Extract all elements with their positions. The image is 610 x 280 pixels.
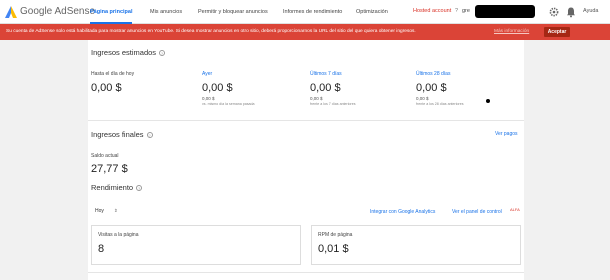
yesterday-label[interactable]: Ayer: [202, 71, 212, 77]
page-views-label: Visitas a la página: [98, 232, 139, 238]
hosted-account-label[interactable]: Hosted account: [413, 8, 451, 14]
last-7-days-comparison-value: 0,00 $: [310, 96, 323, 101]
period-select-value: Hoy: [95, 208, 104, 214]
help-icon[interactable]: ?: [136, 185, 143, 192]
estimated-earnings-title-text: Ingresos estimados: [91, 48, 157, 57]
help-icon[interactable]: ?: [159, 50, 166, 57]
bottom-divider: [88, 272, 524, 273]
alert-banner: Su cuenta de AdSense solo está habilitad…: [0, 24, 610, 40]
gear-icon[interactable]: [548, 6, 560, 18]
help-icon[interactable]: ?: [146, 132, 153, 139]
view-control-panel-link[interactable]: Ver el panel de control: [452, 209, 502, 215]
bell-icon[interactable]: [565, 6, 577, 18]
nav-optimization[interactable]: Optimización: [356, 0, 388, 24]
nav-performance-reports[interactable]: Informes de rendimiento: [283, 0, 342, 24]
alert-more-info-link[interactable]: Más información: [494, 29, 529, 34]
performance-title: Rendimiento?: [91, 183, 143, 192]
today-label: Hasta el día de hoy: [91, 71, 135, 77]
page-rpm-value: 0,01 $: [318, 243, 349, 255]
nav-my-ads[interactable]: Mis anuncios: [150, 0, 182, 24]
last-7-days-value: 0,00 $: [310, 82, 341, 94]
yesterday-comparison-value: 0,00 $: [202, 96, 215, 101]
nav-home[interactable]: Página principal: [90, 0, 133, 24]
last-28-days-label[interactable]: Últimos 28 días: [416, 71, 450, 77]
adsense-logo-icon: [5, 6, 17, 18]
nav-allow-block[interactable]: Permitir y bloquear anuncios: [198, 0, 268, 24]
current-balance-label: Saldo actual: [91, 153, 119, 159]
redacted-account-info: [475, 5, 535, 18]
help-question-mark[interactable]: ?: [455, 8, 458, 14]
integrate-analytics-link[interactable]: Integrar con Google Analytics: [370, 209, 435, 215]
cursor-dot: [486, 99, 490, 103]
current-balance-value: 27,77 $: [91, 163, 128, 175]
yesterday-value: 0,00 $: [202, 82, 233, 94]
section-divider: [88, 120, 524, 121]
page-rpm-card[interactable]: RPM de página 0,01 $: [311, 225, 521, 265]
performance-title-text: Rendimiento: [91, 183, 134, 192]
alpha-badge: ALFA: [510, 207, 520, 212]
yesterday-comparison-note: vs. mismo día la semana pasada: [202, 102, 255, 106]
account-name[interactable]: gre: [462, 8, 470, 14]
period-select[interactable]: Hoy ⇕: [95, 208, 118, 214]
page-rpm-label: RPM de página: [318, 232, 353, 238]
last-28-days-value: 0,00 $: [416, 82, 447, 94]
estimated-earnings-title: Ingresos estimados?: [91, 48, 166, 57]
final-earnings-title: Ingresos finales?: [91, 130, 153, 139]
adsense-logo[interactable]: Google AdSense: [5, 5, 95, 19]
page-views-card[interactable]: Visitas a la página 8: [91, 225, 301, 265]
top-bar: Google AdSense Página principal Mis anun…: [0, 0, 610, 24]
help-link[interactable]: Ayuda: [583, 8, 599, 14]
accept-button[interactable]: Aceptar: [544, 27, 570, 37]
view-payments-link[interactable]: Ver pagos: [495, 131, 518, 137]
today-value: 0,00 $: [91, 82, 122, 94]
page-views-value: 8: [98, 243, 105, 255]
final-earnings-title-text: Ingresos finales: [91, 130, 144, 139]
last-7-days-comparison-note: frente a los 7 días anteriores: [310, 102, 356, 106]
last-28-days-comparison-note: frente a los 28 días anteriores: [416, 102, 464, 106]
last-28-days-comparison-value: 0,00 $: [416, 96, 429, 101]
alert-message: Su cuenta de AdSense solo está habilitad…: [6, 29, 416, 34]
updown-arrow-icon: ⇕: [113, 208, 118, 213]
last-7-days-label[interactable]: Últimos 7 días: [310, 71, 342, 77]
app-name: Google AdSense: [20, 6, 96, 17]
